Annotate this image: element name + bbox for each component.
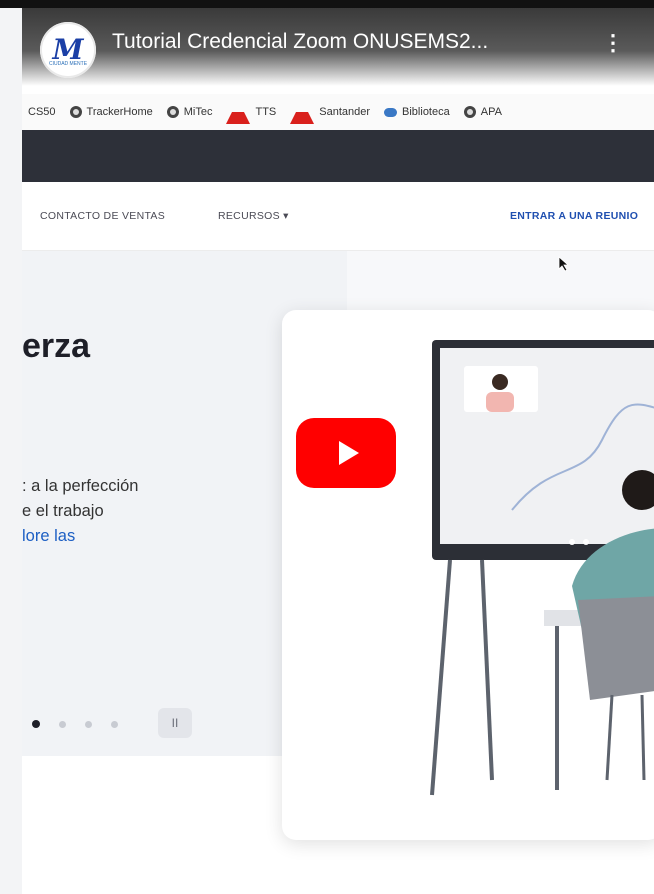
youtube-title-overlay: M CIUDAD MENTE Tutorial Credencial Zoom …: [22, 8, 654, 86]
video-frame[interactable]: CS50 TrackerHome MiTec TTS Santander Bib…: [22, 8, 654, 894]
left-margin-strip: [0, 8, 22, 894]
bookmark-tts[interactable]: TTS: [226, 100, 276, 124]
nav-contact-sales[interactable]: CONTACTO DE VENTAS: [40, 210, 165, 222]
carousel-dot[interactable]: [111, 720, 118, 728]
nav-join-meeting[interactable]: ENTRAR A UNA REUNIO: [510, 210, 638, 222]
carousel-dot[interactable]: [85, 720, 92, 728]
bookmark-mitec[interactable]: MiTec: [166, 106, 212, 118]
cloud-icon: [384, 107, 398, 117]
site-header-band: [22, 130, 654, 182]
channel-avatar-caption: CIUDAD MENTE: [48, 61, 88, 67]
hero-heading: erza: [22, 327, 91, 365]
illustration-card: [282, 310, 654, 840]
nav-resources[interactable]: RECURSOS ▾: [218, 210, 289, 222]
bookmark-biblioteca[interactable]: Biblioteca: [384, 106, 450, 118]
bookmarks-bar: CS50 TrackerHome MiTec TTS Santander Bib…: [22, 94, 654, 130]
play-icon: [338, 441, 359, 465]
globe-icon: [463, 106, 476, 118]
video-title[interactable]: Tutorial Credencial Zoom ONUSEMS2...: [112, 30, 488, 54]
carousel-dot[interactable]: [32, 720, 40, 728]
top-edge-bar: [0, 0, 654, 8]
chevron-down-icon: ▾: [283, 210, 289, 222]
globe-icon: [166, 106, 179, 118]
youtube-play-button[interactable]: [296, 418, 396, 488]
carousel-dot[interactable]: [59, 720, 66, 728]
more-options-icon[interactable]: ⋮: [602, 30, 624, 56]
bookmark-trackerhome[interactable]: TrackerHome: [69, 106, 153, 118]
hero-link[interactable]: lore las: [22, 527, 75, 546]
hero-line-2: e el trabajo: [22, 502, 104, 520]
hero-line-1: : a la perfección: [22, 477, 139, 495]
bookmark-santander[interactable]: Santander: [290, 100, 370, 124]
mouse-cursor-icon: [558, 256, 570, 272]
site-nav: CONTACTO DE VENTAS RECURSOS ▾ ENTRAR A U…: [22, 182, 654, 251]
channel-logo-icon: M: [52, 33, 84, 66]
channel-avatar[interactable]: M CIUDAD MENTE: [40, 22, 96, 78]
carousel-pause-button[interactable]: II: [158, 708, 192, 738]
santander-icon: [290, 100, 315, 124]
globe-icon: [69, 106, 82, 118]
bookmark-cs50[interactable]: CS50: [28, 106, 56, 118]
carousel-dots: [32, 720, 118, 728]
bookmark-apa[interactable]: APA: [463, 106, 502, 118]
video-call-illustration: [430, 340, 654, 796]
santander-icon: [226, 100, 251, 124]
